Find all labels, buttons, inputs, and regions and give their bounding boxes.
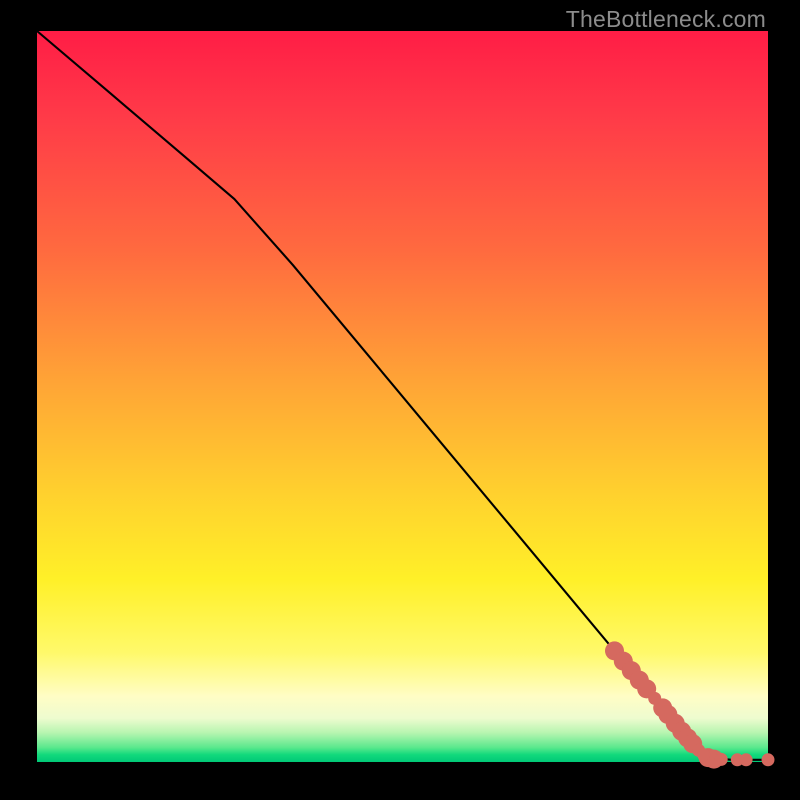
- data-point: [740, 753, 753, 766]
- data-point: [648, 692, 661, 705]
- data-point: [715, 753, 728, 766]
- chart-overlay: [37, 31, 768, 762]
- bottleneck-curve: [37, 31, 768, 760]
- data-point: [762, 753, 775, 766]
- data-point: [697, 748, 710, 761]
- data-markers: [605, 641, 775, 768]
- watermark-text: TheBottleneck.com: [566, 6, 766, 33]
- chart-frame: TheBottleneck.com: [0, 0, 800, 800]
